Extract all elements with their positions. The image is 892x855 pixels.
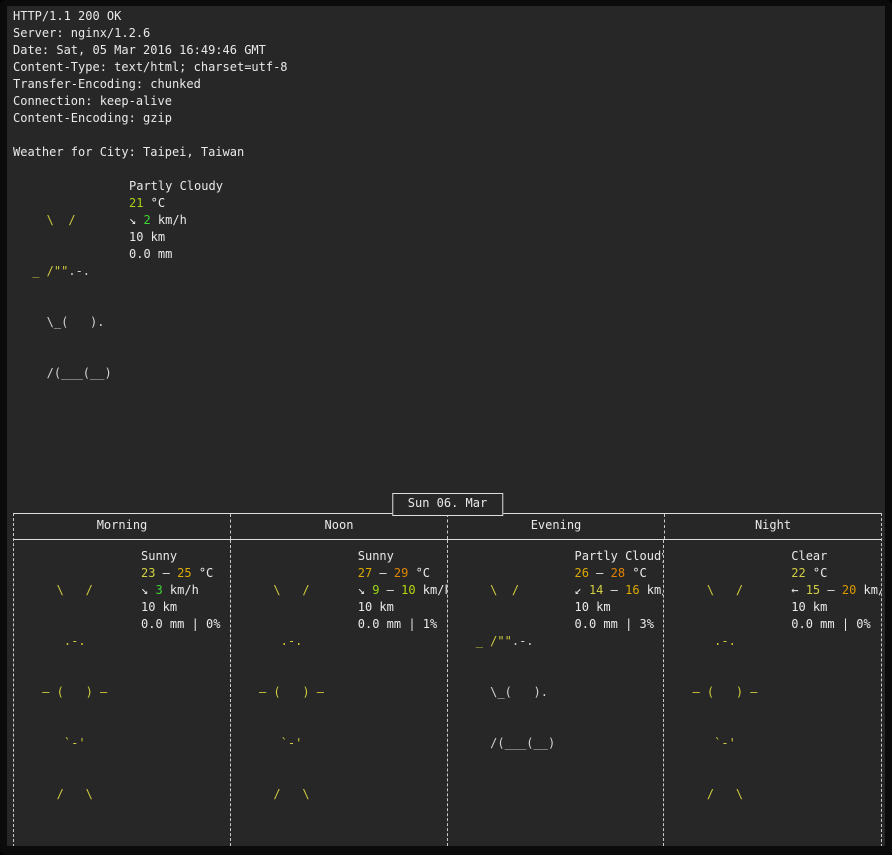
wind-speed: ↘ 3 km/h bbox=[141, 582, 220, 599]
condition-label: Sunny bbox=[141, 548, 220, 565]
visibility-value: 10 km bbox=[575, 599, 665, 616]
visibility-value: 10 km bbox=[141, 599, 220, 616]
forecast-cell-night: \ / .-. – ( ) – `-' / \ Clear 22 °C ← 15… bbox=[664, 540, 881, 846]
wind-speed: ↘ 9 – 10 km/h bbox=[358, 582, 448, 599]
forecast-day-1: Sun 06. Mar Morning Noon Evening Night \… bbox=[13, 513, 882, 846]
precipitation-value: 0.0 mm | 0% bbox=[791, 616, 881, 633]
visibility-value: 10 km bbox=[358, 599, 448, 616]
column-header-noon: Noon bbox=[231, 514, 448, 539]
period-header-row: Morning Noon Evening Night bbox=[14, 514, 881, 540]
temperature-range: 27 – 29 °C bbox=[358, 565, 448, 582]
http-status-line: HTTP/1.1 200 OK bbox=[13, 8, 885, 25]
wind-speed: ↘ 2 km/h bbox=[129, 212, 223, 229]
forecast-cell-noon: \ / .-. – ( ) – `-' / \ Sunny 27 – 29 °C… bbox=[231, 540, 448, 846]
terminal-window: HTTP/1.1 200 OK Server: nginx/1.2.6 Date… bbox=[0, 0, 892, 855]
terminal-screen: HTTP/1.1 200 OK Server: nginx/1.2.6 Date… bbox=[7, 6, 885, 846]
column-header-morning: Morning bbox=[14, 514, 231, 539]
condition-label: Sunny bbox=[358, 548, 448, 565]
column-header-evening: Evening bbox=[448, 514, 665, 539]
temperature-range: 22 °C bbox=[791, 565, 881, 582]
condition-label: Clear bbox=[791, 548, 881, 565]
http-header-transfer-encoding: Transfer-Encoding: chunked bbox=[13, 76, 885, 93]
date-box: Sun 06. Mar bbox=[392, 493, 503, 516]
condition-label: Partly Cloudy bbox=[575, 548, 665, 565]
http-header-content-encoding: Content-Encoding: gzip bbox=[13, 110, 885, 127]
current-conditions: \ / _ /"".-. \_( ). /(___(__) Partly Clo… bbox=[13, 178, 885, 467]
partly-cloudy-icon: \ / _ /"".-. \_( ). /(___(__) bbox=[453, 548, 575, 837]
precipitation-value: 0.0 mm bbox=[129, 246, 223, 263]
temperature-value: 21 °C bbox=[129, 195, 223, 212]
http-header-connection: Connection: keep-alive bbox=[13, 93, 885, 110]
condition-label: Partly Cloudy bbox=[129, 178, 223, 195]
sunny-icon: \ / .-. – ( ) – `-' / \ bbox=[236, 548, 358, 837]
http-header-date: Date: Sat, 05 Mar 2016 16:49:46 GMT bbox=[13, 42, 885, 59]
wind-speed: ← 15 – 20 km/h bbox=[791, 582, 881, 599]
weather-location-title: Weather for City: Taipei, Taiwan bbox=[13, 144, 885, 161]
wind-speed: ↙ 14 – 16 km/h bbox=[575, 582, 665, 599]
visibility-value: 10 km bbox=[129, 229, 223, 246]
precipitation-value: 0.0 mm | 3% bbox=[575, 616, 665, 633]
http-header-content-type: Content-Type: text/html; charset=utf-8 bbox=[13, 59, 885, 76]
precipitation-value: 0.0 mm | 0% bbox=[141, 616, 220, 633]
visibility-value: 10 km bbox=[791, 599, 881, 616]
clear-icon: \ / .-. – ( ) – `-' / \ bbox=[669, 548, 791, 837]
forecast-cell-evening: \ / _ /"".-. \_( ). /(___(__) Partly Clo… bbox=[448, 540, 665, 846]
http-response-headers: HTTP/1.1 200 OK Server: nginx/1.2.6 Date… bbox=[13, 8, 885, 127]
temperature-range: 26 – 28 °C bbox=[575, 565, 665, 582]
forecast-cell-morning: \ / .-. – ( ) – `-' / \ Sunny 23 – 25 °C… bbox=[14, 540, 231, 846]
precipitation-value: 0.0 mm | 1% bbox=[358, 616, 448, 633]
http-header-server: Server: nginx/1.2.6 bbox=[13, 25, 885, 42]
partly-cloudy-icon: \ / _ /"".-. \_( ). /(___(__) bbox=[13, 178, 129, 467]
temperature-range: 23 – 25 °C bbox=[141, 565, 220, 582]
sunny-icon: \ / .-. – ( ) – `-' / \ bbox=[19, 548, 141, 837]
column-header-night: Night bbox=[665, 514, 881, 539]
